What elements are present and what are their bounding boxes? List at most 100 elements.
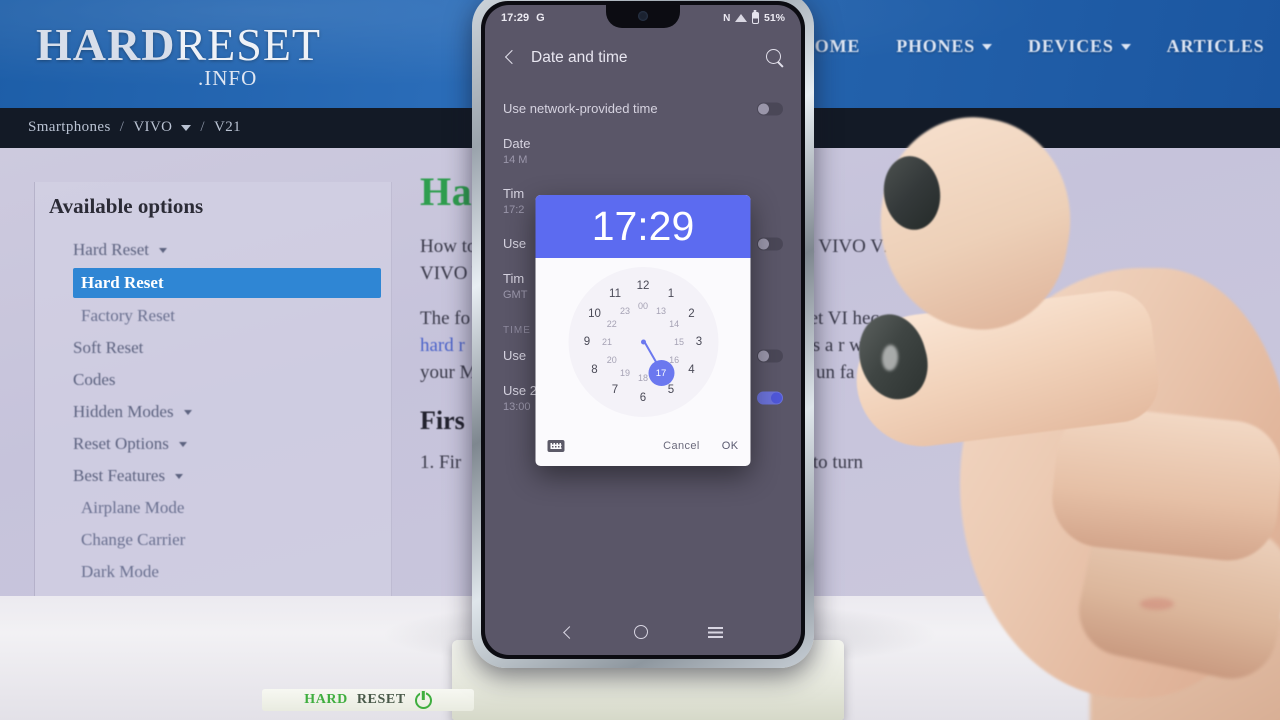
logo-hard-text: HARD [36,19,176,70]
stand-label-reset: RESET [356,692,406,707]
sidebar-title: Available options [49,194,204,218]
clock-number-17[interactable]: 17 [648,360,674,387]
sidebar-item-label: Airplane Mode [81,498,185,517]
sidebar-item-label: Reset Options [73,434,169,453]
toggle-knob [771,392,782,404]
clock-number-8[interactable]: 8 [591,364,597,376]
sidebar-item-label: Best Features [73,466,166,485]
sidebar-item-codes[interactable]: Codes [35,364,393,396]
time-picker-display[interactable]: 17:29 [592,203,695,250]
nav-back-icon[interactable] [563,627,574,638]
phone-bezel: 17:29 G N 51% Date and time Use network-… [481,1,805,659]
clock-number-4[interactable]: 4 [688,364,694,376]
breadcrumb-item-vivo[interactable]: VIVO [133,119,172,136]
status-bar-clock: 17:29 [501,12,530,24]
setting-title: Use network-provided time [503,101,658,116]
back-arrow-icon[interactable] [501,49,519,67]
search-icon[interactable] [766,48,785,68]
sidebar-item-hard-reset[interactable]: Hard Reset [73,268,381,298]
clock-center-dot [640,339,646,345]
nav-item-phones[interactable]: PHONES [896,36,993,57]
sidebar-item-factory-reset[interactable]: Factory Reset [35,300,393,332]
toggle-knob [758,103,769,114]
sidebar-item-change-carrier[interactable]: Change Carrier [35,524,393,556]
setting-row-date[interactable]: Date 14 M [485,126,801,176]
sidebar-item-label: Soft Reset [73,338,144,357]
toggle-network-time[interactable] [757,102,783,115]
site-logo[interactable]: HARDRESET [36,22,321,68]
clock-number-2[interactable]: 2 [688,308,694,320]
sidebar-item-soft-reset[interactable]: Soft Reset [35,332,393,364]
stand-brand-label: HARD RESET [262,689,474,711]
setting-row-network-time[interactable]: Use network-provided time [485,91,801,126]
nav-item-phones-label: PHONES [896,36,976,56]
breadcrumb-separator: / [200,119,205,135]
sidebar-item-reset-options[interactable]: Reset Options [35,428,393,460]
sidebar-item-hard-reset-group[interactable]: Hard Reset [35,234,393,266]
toggle-24-hour-format[interactable] [757,391,783,405]
clock-number-23[interactable]: 23 [620,306,630,316]
ok-button[interactable]: OK [722,440,739,452]
power-icon [414,691,432,709]
clock-number-14[interactable]: 14 [669,319,679,329]
nav-home-icon[interactable] [634,625,648,639]
sidebar-item-dark-mode[interactable]: Dark Mode [35,556,393,588]
clock-number-13[interactable]: 13 [656,306,666,316]
clock-number-1[interactable]: 1 [668,288,674,300]
clock-face-wrapper[interactable]: 12 1 2 3 4 5 6 7 8 9 10 11 00 13 14 15 16 17 18 19 20 21 22 23 [536,258,751,426]
keyboard-icon[interactable] [547,440,565,452]
camera-notch [606,5,680,28]
sidebar-option-list: Hard Reset Hard Reset Factory Reset Soft… [35,234,393,588]
clock-number-9[interactable]: 9 [584,336,590,348]
clock-number-19[interactable]: 19 [620,368,630,378]
sidebar-item-hidden-modes[interactable]: Hidden Modes [35,396,393,428]
clock-number-21[interactable]: 21 [602,337,612,347]
clock-number-15[interactable]: 15 [674,337,684,347]
clock-number-18[interactable]: 18 [638,373,648,383]
sidebar-item-label: Dark Mode [81,562,159,581]
sidebar-item-best-features[interactable]: Best Features [35,460,393,492]
sidebar-available-options: Available options Hard Reset Hard Reset … [34,182,392,602]
article-inline-link[interactable]: hard r [420,335,465,356]
time-picker-dialog: 17:29 12 1 2 3 4 5 6 7 8 9 10 11 00 13 14 15 16 17 18 19 20 2… [535,195,751,466]
status-bar-right: N 51% [723,12,785,24]
clock-number-11[interactable]: 11 [609,288,621,300]
chevron-down-icon [183,409,192,415]
phone-device: 17:29 G N 51% Date and time Use network-… [472,0,814,668]
toggle-network-timezone[interactable] [757,237,783,250]
chevron-down-icon [982,43,993,50]
nav-item-articles-label: ARTICLES [1166,36,1265,56]
breadcrumb-item-v21[interactable]: V21 [214,119,241,136]
clock-number-22[interactable]: 22 [607,319,617,329]
article-p3-left: The fo [420,308,471,329]
clock-number-00[interactable]: 00 [638,301,648,311]
clock-number-12[interactable]: 12 [637,280,650,292]
breadcrumb: Smartphones / VIVO / V21 [28,119,241,136]
toggle-locale-default[interactable] [757,349,783,362]
dialog-buttons: Cancel OK [663,440,738,452]
toggle-knob [758,350,769,361]
clock-number-7[interactable]: 7 [612,384,618,396]
cancel-button[interactable]: Cancel [663,440,700,452]
nfc-icon: N [723,12,730,24]
sidebar-item-airplane-mode[interactable]: Airplane Mode [35,492,393,524]
time-picker-header: 17:29 [535,195,751,258]
article-p3-b: your M [420,362,477,383]
clock-number-6[interactable]: 6 [640,392,646,404]
chevron-down-icon [181,124,192,131]
battery-percentage: 51% [763,12,785,24]
nav-item-devices[interactable]: DEVICES [1028,36,1131,57]
setting-title: Date [503,136,531,151]
nav-item-articles[interactable]: ARTICLES [1167,36,1265,57]
clock-number-20[interactable]: 20 [607,355,617,365]
site-main-nav: HOME PHONES DEVICES ARTICLES DOW [800,36,1280,57]
clock-number-5[interactable]: 5 [668,384,674,396]
stand-label-hard: HARD [304,692,348,707]
breadcrumb-item-smartphones[interactable]: Smartphones [28,119,111,136]
clock-number-3[interactable]: 3 [696,336,702,348]
nav-recents-icon[interactable] [708,626,723,638]
clock-number-10[interactable]: 10 [588,308,601,320]
skin-mark [1140,598,1174,610]
sidebar-item-label: Hard Reset [81,273,164,292]
article-list-item-text: 1. Fir [420,452,462,473]
